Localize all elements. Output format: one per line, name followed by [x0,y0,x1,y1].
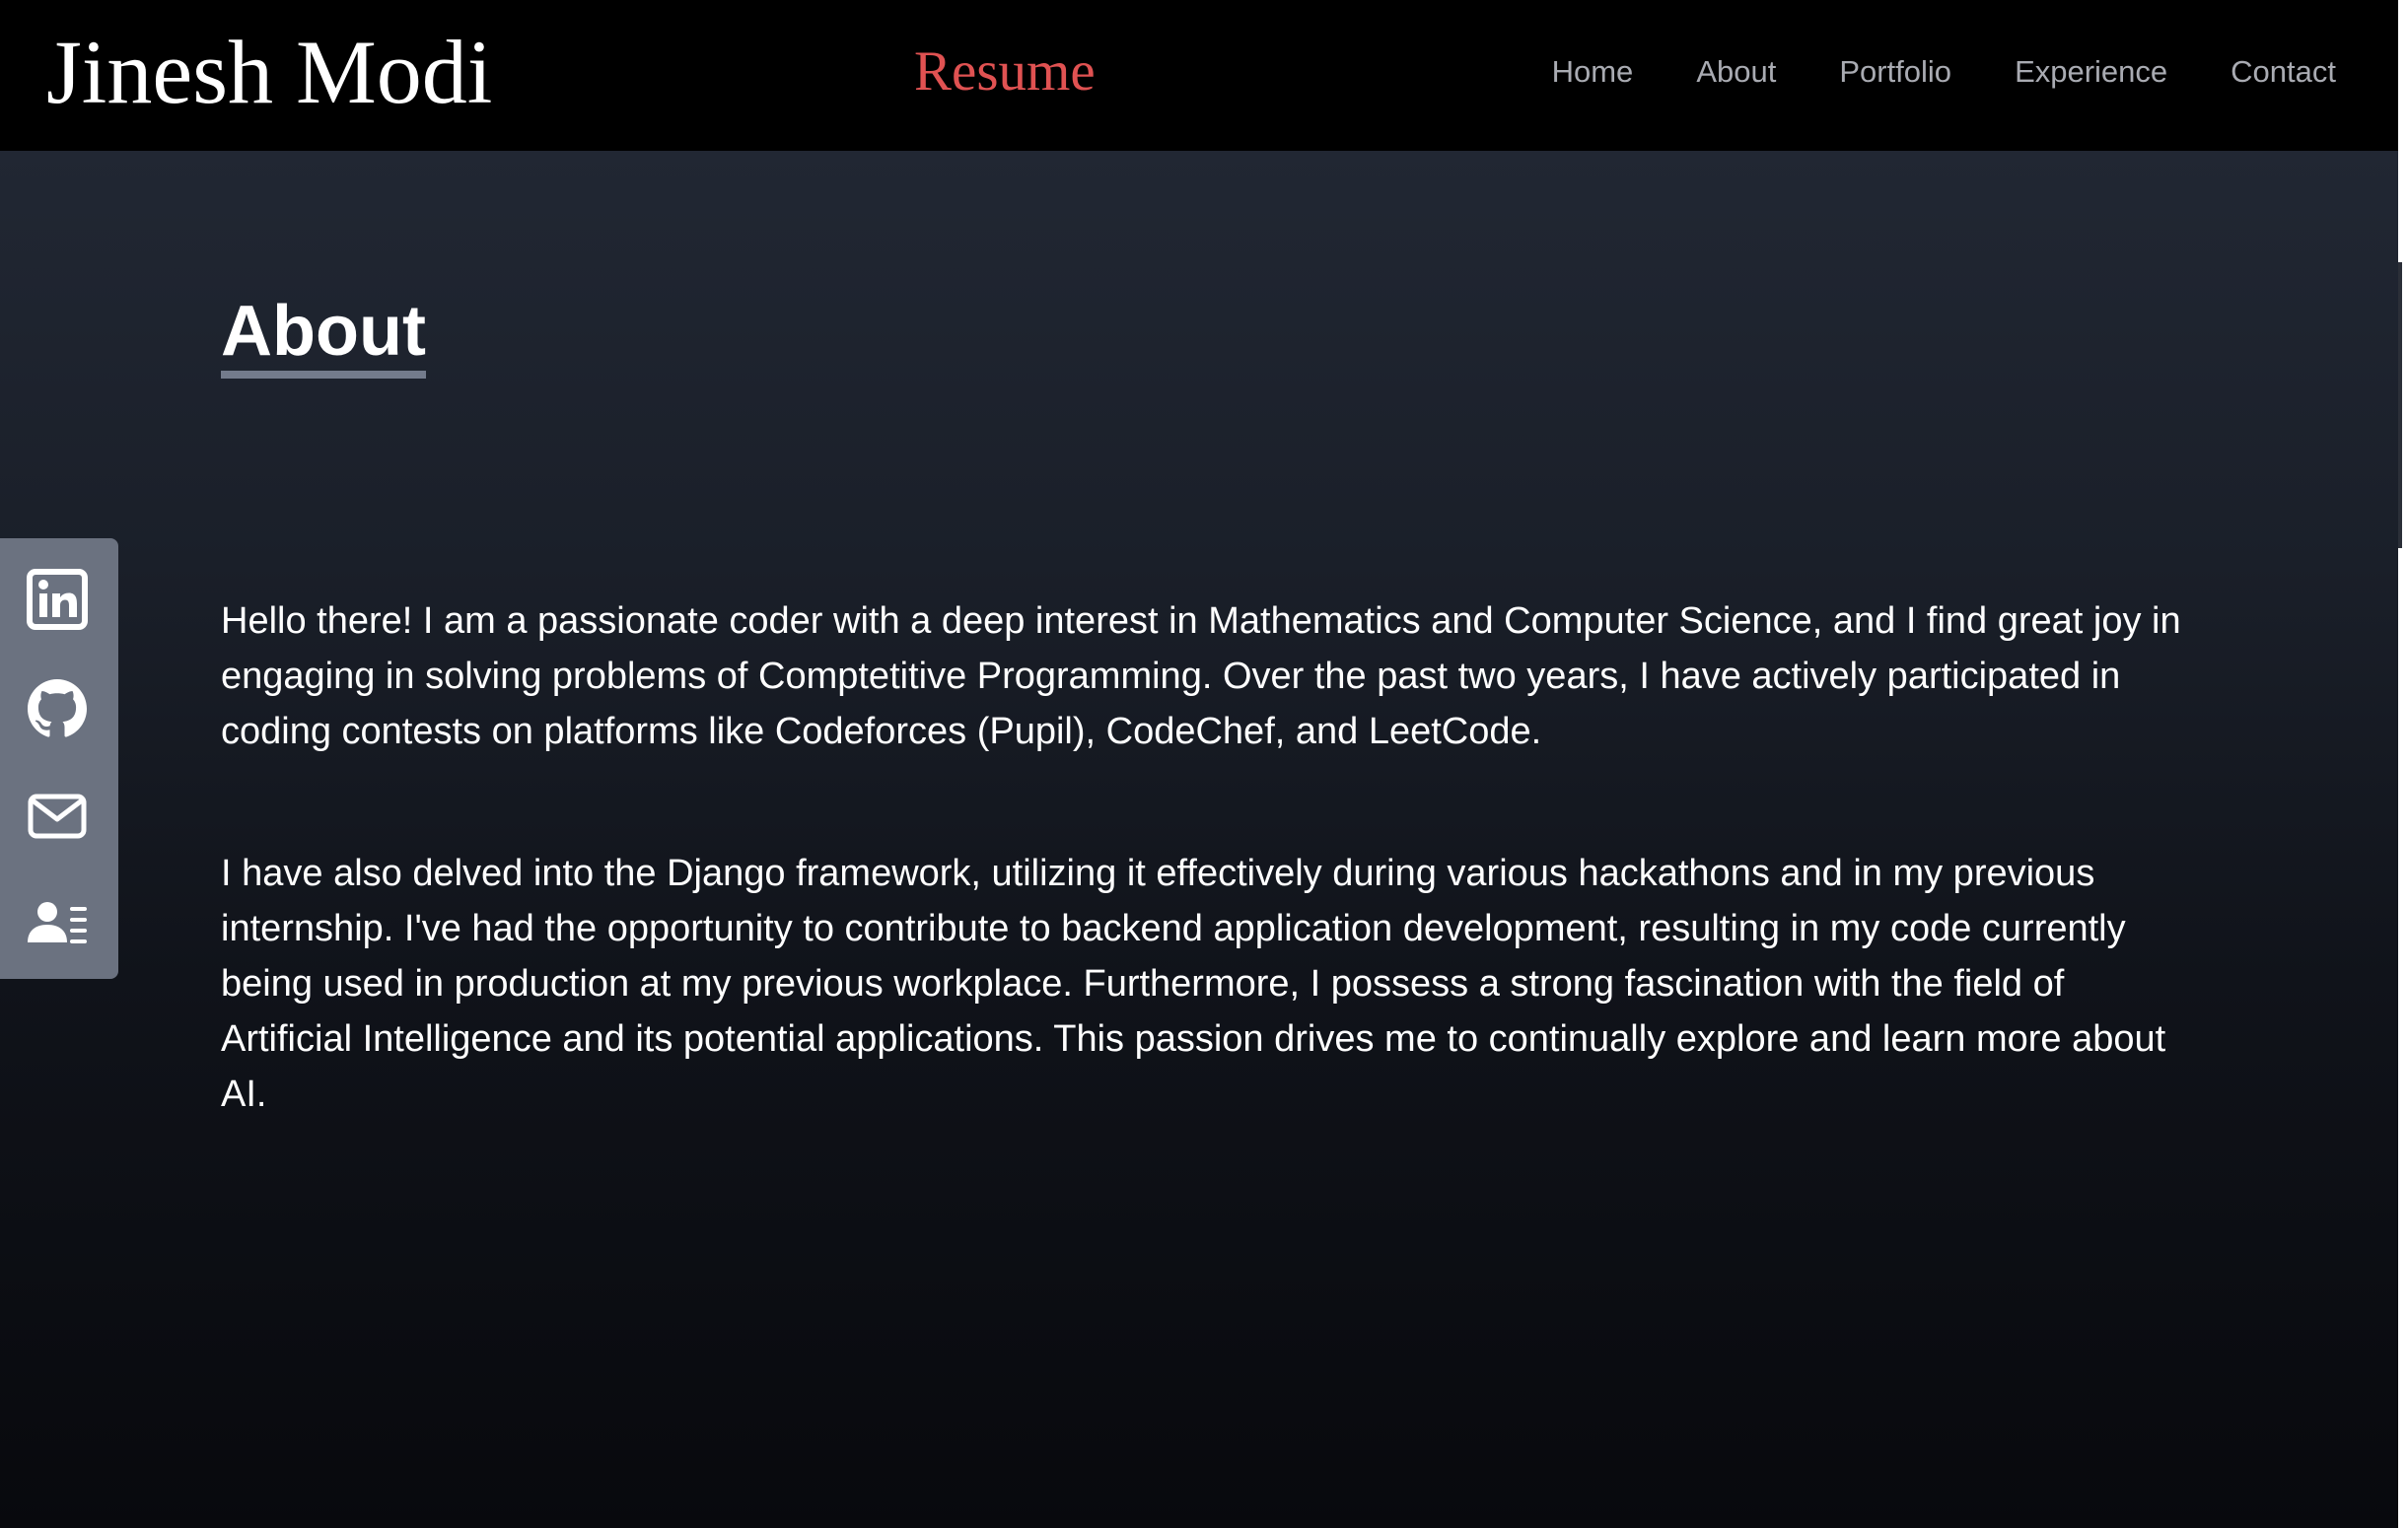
social-sidebar [0,538,118,979]
nav-link-home[interactable]: Home [1552,51,1634,93]
nav-menu: Home About Portfolio Experience Contact [1552,51,2336,93]
nav-link-portfolio[interactable]: Portfolio [1839,51,1951,93]
navbar: Jinesh Modi Resume Home About Portfolio … [0,0,2398,151]
nav-link-contact[interactable]: Contact [2231,51,2336,93]
page-scrollbar[interactable] [2398,0,2408,1528]
resume-icon[interactable] [26,891,89,954]
linkedin-icon[interactable] [26,568,89,631]
github-icon[interactable] [26,676,89,739]
section-title: About [221,292,426,371]
resume-link[interactable]: Resume [914,37,1096,106]
email-icon[interactable] [26,785,89,848]
about-section: About Hello there! I am a passionate cod… [0,151,2398,1528]
about-paragraph-1: Hello there! I am a passionate coder wit… [221,600,2181,752]
title-underline [221,371,426,379]
brand-logo[interactable]: Jinesh Modi [46,18,492,126]
nav-link-experience[interactable]: Experience [2015,51,2167,93]
scrollbar-thumb[interactable] [2398,262,2402,548]
nav-link-about[interactable]: About [1696,51,1776,93]
about-paragraph-2: I have also delved into the Django frame… [221,853,2166,1115]
